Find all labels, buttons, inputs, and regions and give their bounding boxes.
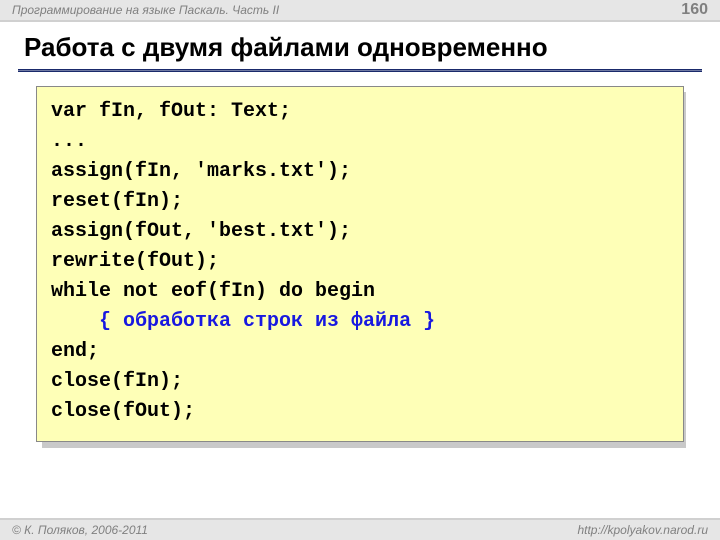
code-line: rewrite(fOut); xyxy=(51,250,219,273)
code-block: var fIn, fOut: Text; ... assign(fIn, 'ma… xyxy=(36,86,684,442)
header-bar: Программирование на языке Паскаль. Часть… xyxy=(0,0,720,22)
code-line: assign(fOut, 'best.txt'); xyxy=(51,220,351,243)
title-underline xyxy=(18,69,702,72)
course-title: Программирование на языке Паскаль. Часть… xyxy=(12,3,279,17)
code-box: var fIn, fOut: Text; ... assign(fIn, 'ma… xyxy=(36,86,684,442)
slide: Программирование на языке Паскаль. Часть… xyxy=(0,0,720,540)
copyright: © К. Поляков, 2006-2011 xyxy=(12,523,148,537)
code-comment: { обработка строк из файла } xyxy=(99,310,435,333)
code-line: assign(fIn, 'marks.txt'); xyxy=(51,160,351,183)
footer-link: http://kpolyakov.narod.ru xyxy=(577,523,708,537)
code-line: while not eof(fIn) do begin xyxy=(51,280,375,303)
code-line: ... xyxy=(51,130,87,153)
page-number: 160 xyxy=(681,1,708,19)
code-indent xyxy=(51,310,99,333)
code-line: var fIn, fOut: Text; xyxy=(51,100,291,123)
page-title: Работа с двумя файлами одновременно xyxy=(0,22,720,69)
code-line: close(fIn); xyxy=(51,370,183,393)
code-line: close(fOut); xyxy=(51,400,195,423)
code-line: reset(fIn); xyxy=(51,190,183,213)
code-line: end; xyxy=(51,340,99,363)
footer-bar: © К. Поляков, 2006-2011 http://kpolyakov… xyxy=(0,518,720,540)
